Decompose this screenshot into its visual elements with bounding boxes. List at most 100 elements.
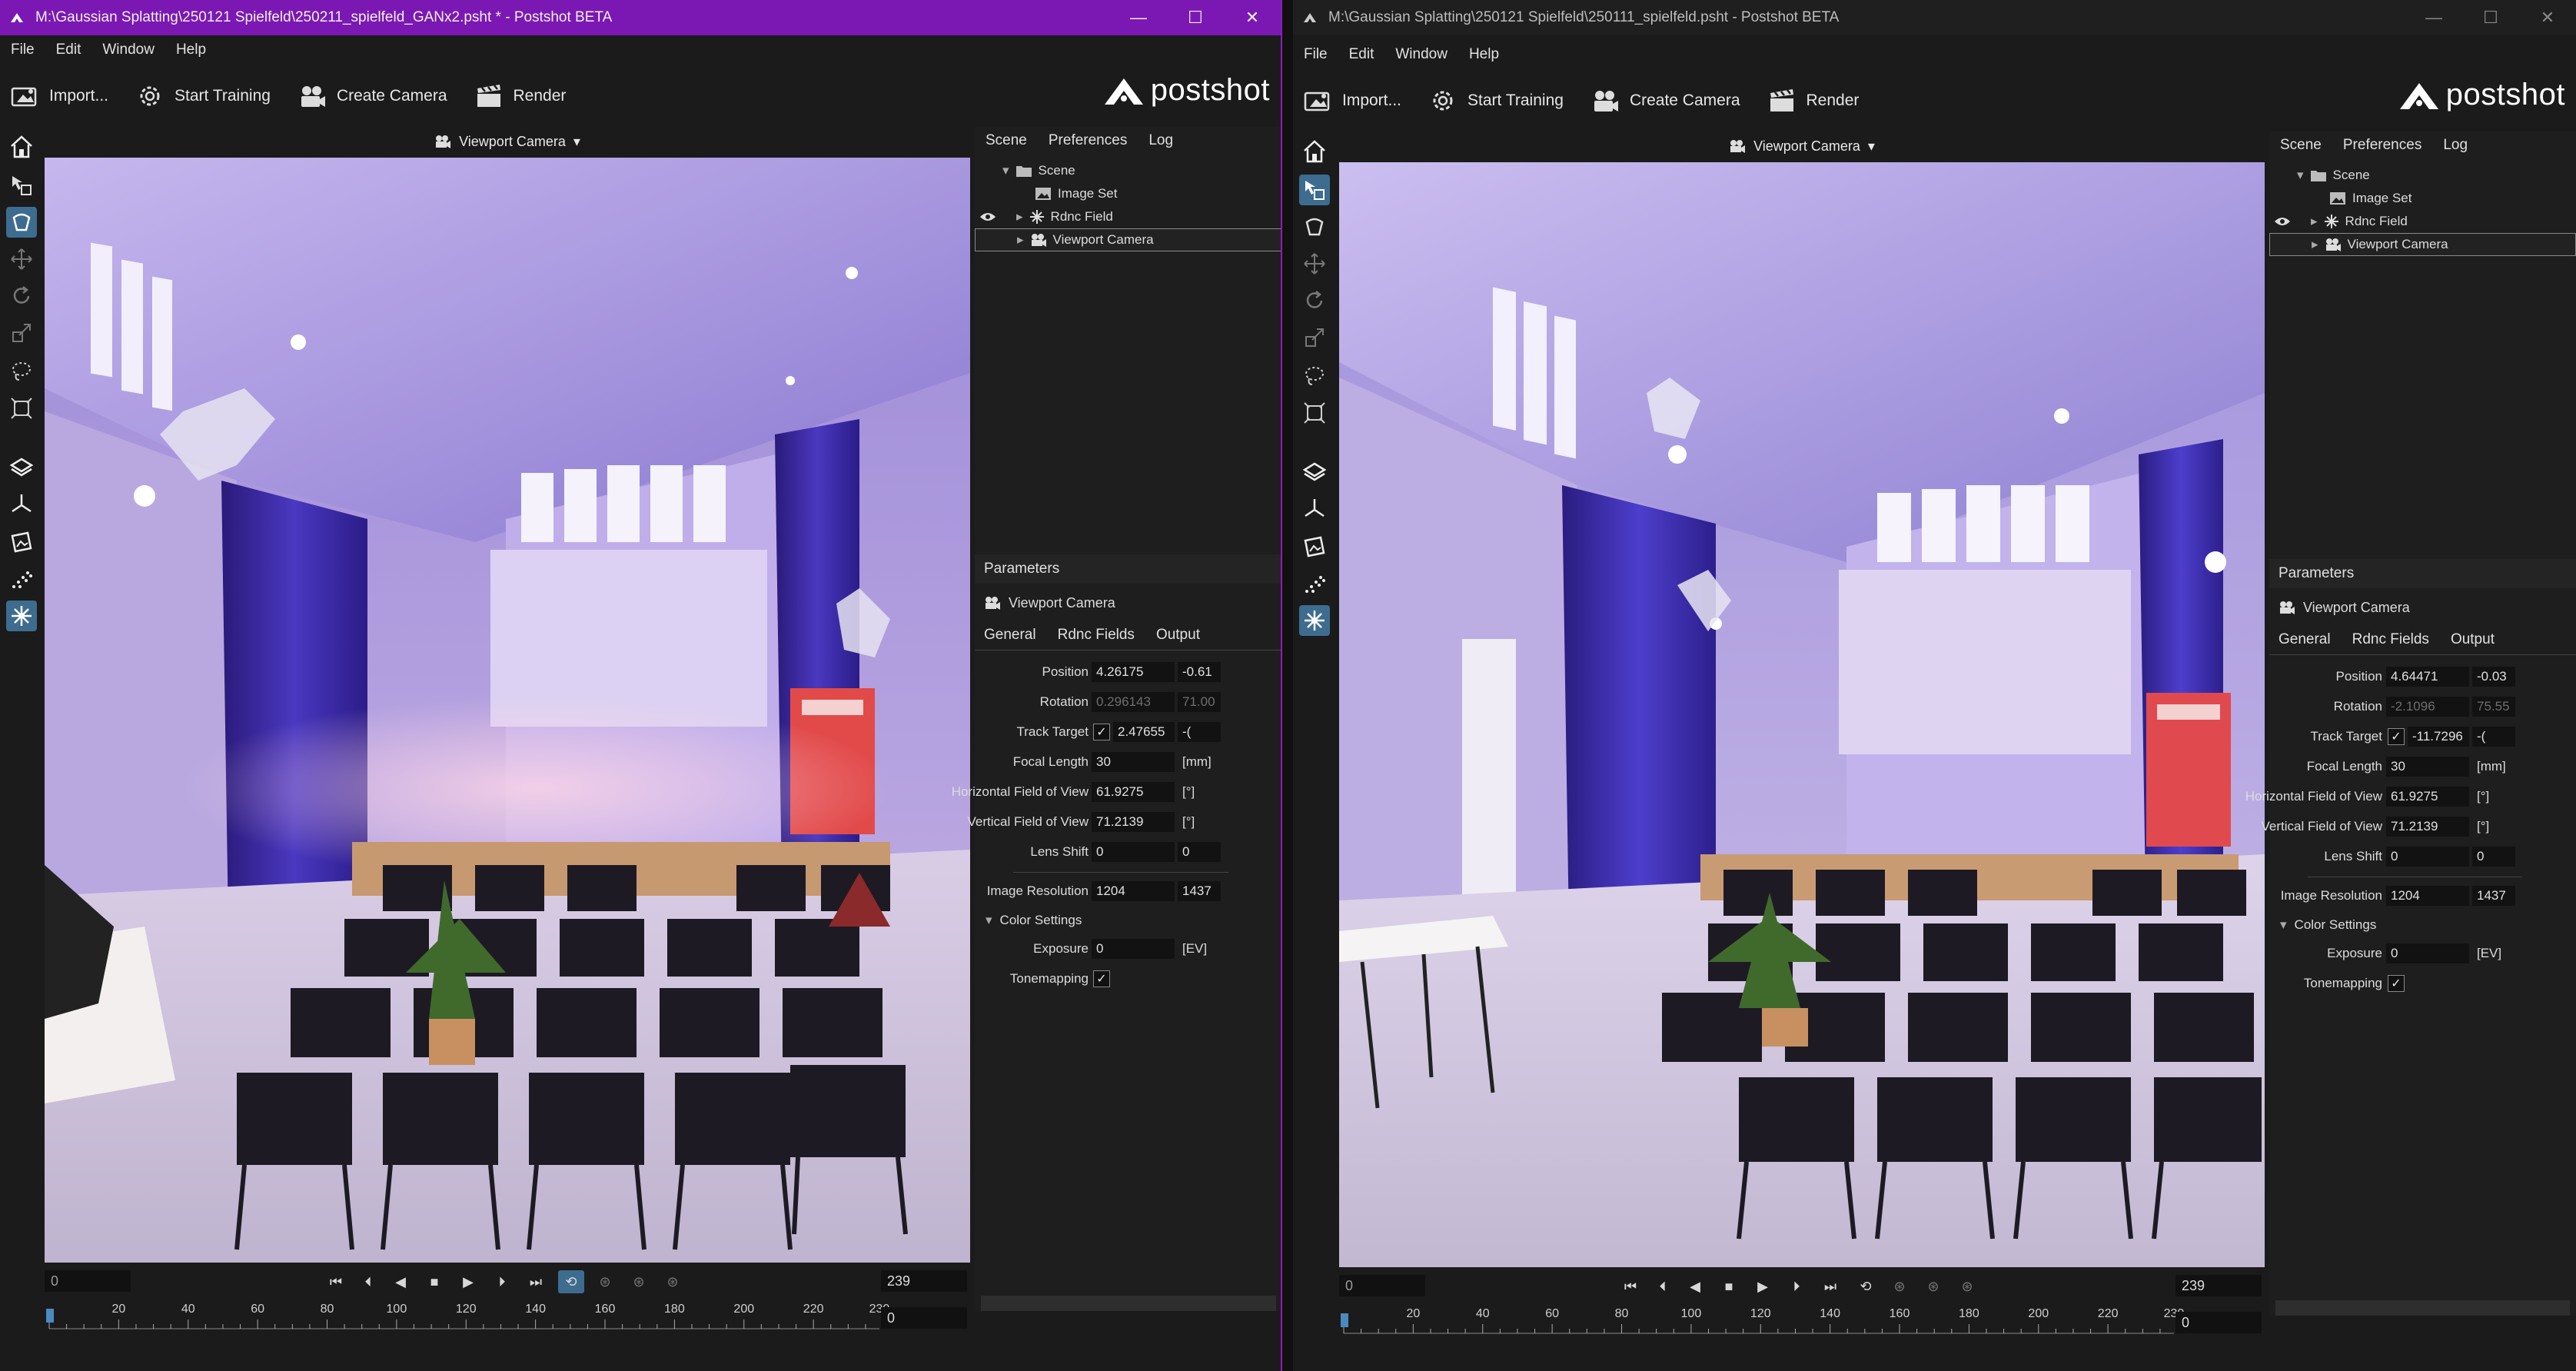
menu-edit[interactable]: Edit	[1349, 46, 1374, 63]
position-x-field[interactable]: 4.26175	[1092, 662, 1175, 682]
loop-icon[interactable]: ⟲	[1853, 1275, 1879, 1298]
scale-tool-icon[interactable]	[6, 318, 37, 348]
collapse-arrow-icon[interactable]: ▾	[1002, 163, 1009, 178]
step-back-icon[interactable]: ⏴	[1650, 1275, 1676, 1298]
end-frame-field[interactable]: 239	[2175, 1275, 2262, 1296]
stop-icon[interactable]: ■	[1716, 1275, 1742, 1298]
rotation-y-field[interactable]: 71.00	[1178, 692, 1221, 712]
tonemapping-checkbox[interactable]: ✓	[1093, 970, 1110, 987]
menu-file[interactable]: File	[1304, 46, 1328, 63]
vfov-field[interactable]: 71.2139	[1092, 812, 1175, 832]
render-button[interactable]: Render	[474, 81, 566, 111]
position-y-field[interactable]: -0.03	[2472, 667, 2515, 687]
resolution-width-field[interactable]: 1204	[1092, 881, 1175, 901]
lens-shift-x-field[interactable]: 0	[2386, 847, 2469, 867]
onion-skin-icon[interactable]: ⊛	[660, 1270, 686, 1293]
tab-scene[interactable]: Scene	[986, 132, 1027, 149]
render-button[interactable]: Render	[1767, 85, 1859, 116]
skip-end-icon[interactable]: ⏭	[523, 1270, 549, 1293]
image-plane-icon[interactable]	[1299, 531, 1330, 562]
tab-general[interactable]: General	[984, 627, 1036, 644]
tab-output[interactable]: Output	[2451, 631, 2495, 648]
tab-output[interactable]: Output	[1156, 627, 1200, 644]
step-forward-icon[interactable]: ⏵	[1783, 1275, 1810, 1298]
focal-length-field[interactable]: 30	[1092, 752, 1175, 772]
position-y-field[interactable]: -0.61	[1178, 662, 1221, 682]
tab-log[interactable]: Log	[2443, 137, 2468, 154]
keyframe-icon[interactable]: ⊛	[1920, 1275, 1946, 1298]
tab-general[interactable]: General	[2279, 631, 2331, 648]
lasso-select-icon[interactable]	[1299, 361, 1330, 391]
rotation-y-field[interactable]: 75.55	[2472, 697, 2515, 717]
timeline-playhead[interactable]	[1341, 1313, 1348, 1327]
3d-viewport[interactable]	[1339, 162, 2265, 1267]
tree-item-rdnc-field[interactable]: ▸ Rdnc Field	[2269, 210, 2576, 233]
resolution-height-field[interactable]: 1437	[2472, 886, 2515, 906]
minimize-button[interactable]: —	[1110, 0, 1167, 35]
resolution-height-field[interactable]: 1437	[1178, 881, 1221, 901]
select-tool-icon[interactable]	[6, 170, 37, 201]
expand-arrow-icon[interactable]: ▸	[1017, 232, 1024, 248]
tree-item-image-set[interactable]: Image Set	[975, 182, 1281, 205]
color-settings-group[interactable]: ▾ Color Settings	[975, 909, 1281, 932]
menu-help[interactable]: Help	[1469, 46, 1499, 63]
tree-item-rdnc-field[interactable]: ▸ Rdnc Field	[975, 205, 1281, 228]
track-target-x-field[interactable]: -11.7296	[2408, 727, 2469, 747]
step-forward-icon[interactable]: ⏵	[489, 1270, 515, 1293]
move-tool-icon[interactable]	[6, 244, 37, 275]
expand-arrow-icon[interactable]: ▸	[2312, 237, 2318, 252]
move-tool-icon[interactable]	[1299, 248, 1330, 279]
rotation-x-field[interactable]: -2.1096	[2386, 697, 2469, 717]
expand-arrow-icon[interactable]: ▸	[2311, 214, 2318, 229]
title-bar[interactable]: M:\Gaussian Splatting\250121 Spielfeld\2…	[0, 0, 1281, 35]
interpolate-icon[interactable]: ⊛	[592, 1270, 618, 1293]
layers-icon[interactable]	[6, 451, 37, 482]
tree-item-viewport-camera[interactable]: ▸ Viewport Camera	[975, 228, 1281, 251]
layers-icon[interactable]	[1299, 456, 1330, 487]
focal-length-field[interactable]: 30	[2386, 757, 2469, 777]
track-target-y-field[interactable]: -(	[1178, 722, 1221, 742]
lens-shift-x-field[interactable]: 0	[1092, 842, 1175, 862]
tab-rdnc-fields[interactable]: Rdnc Fields	[1058, 627, 1135, 644]
tree-item-viewport-camera[interactable]: ▸ Viewport Camera	[2269, 233, 2576, 256]
tab-rdnc-fields[interactable]: Rdnc Fields	[2352, 631, 2429, 648]
play-reverse-icon[interactable]: ◀	[387, 1270, 414, 1293]
position-x-field[interactable]: 4.64471	[2386, 667, 2469, 687]
start-frame-field[interactable]: 0	[1339, 1275, 1425, 1296]
exposure-field[interactable]: 0	[2386, 943, 2469, 963]
expand-arrow-icon[interactable]: ▸	[1016, 209, 1023, 225]
fly-camera-tool-icon[interactable]	[6, 207, 37, 238]
menu-window[interactable]: Window	[102, 42, 155, 58]
point-cloud-icon[interactable]	[1299, 568, 1330, 599]
fly-camera-tool-icon[interactable]	[1299, 211, 1330, 242]
timeline-ruler[interactable]: 20 40 60 80 100 120 140 160 180 200 220 239 0	[1339, 1307, 2265, 1335]
home-view-icon[interactable]	[6, 131, 37, 162]
skip-end-icon[interactable]: ⏭	[1817, 1275, 1843, 1298]
viewport-camera-selector[interactable]: Viewport Camera ▾	[1339, 131, 2265, 161]
onion-skin-icon[interactable]: ⊛	[1954, 1275, 1980, 1298]
current-frame-field[interactable]: 0	[881, 1307, 967, 1329]
title-bar[interactable]: M:\Gaussian Splatting\250121 Spielfeld\2…	[1293, 0, 2576, 35]
lasso-select-icon[interactable]	[6, 356, 37, 387]
tree-item-scene[interactable]: ▾ Scene	[975, 159, 1281, 182]
hfov-field[interactable]: 61.9275	[2386, 787, 2469, 807]
select-tool-icon[interactable]	[1299, 175, 1330, 205]
import-button[interactable]: Import...	[1302, 85, 1401, 116]
minimize-button[interactable]: —	[2405, 0, 2462, 35]
tonemapping-checkbox[interactable]: ✓	[2388, 975, 2405, 992]
keyframe-icon[interactable]: ⊛	[626, 1270, 652, 1293]
create-camera-button[interactable]: Create Camera	[297, 81, 447, 111]
tree-item-scene[interactable]: ▾ Scene	[2269, 164, 2576, 187]
current-frame-field[interactable]: 0	[2175, 1312, 2262, 1333]
stop-icon[interactable]: ■	[421, 1270, 447, 1293]
menu-window[interactable]: Window	[1395, 46, 1448, 63]
maximize-button[interactable]: ☐	[2462, 0, 2519, 35]
start-training-button[interactable]: Start Training	[1428, 85, 1564, 116]
track-target-y-field[interactable]: -(	[2472, 727, 2515, 747]
crop-box-icon[interactable]	[6, 393, 37, 424]
collapse-arrow-icon[interactable]: ▾	[986, 913, 992, 928]
play-reverse-icon[interactable]: ◀	[1682, 1275, 1708, 1298]
play-icon[interactable]: ▶	[455, 1270, 481, 1293]
timeline-playhead[interactable]	[46, 1309, 54, 1323]
interpolate-icon[interactable]: ⊛	[1886, 1275, 1913, 1298]
